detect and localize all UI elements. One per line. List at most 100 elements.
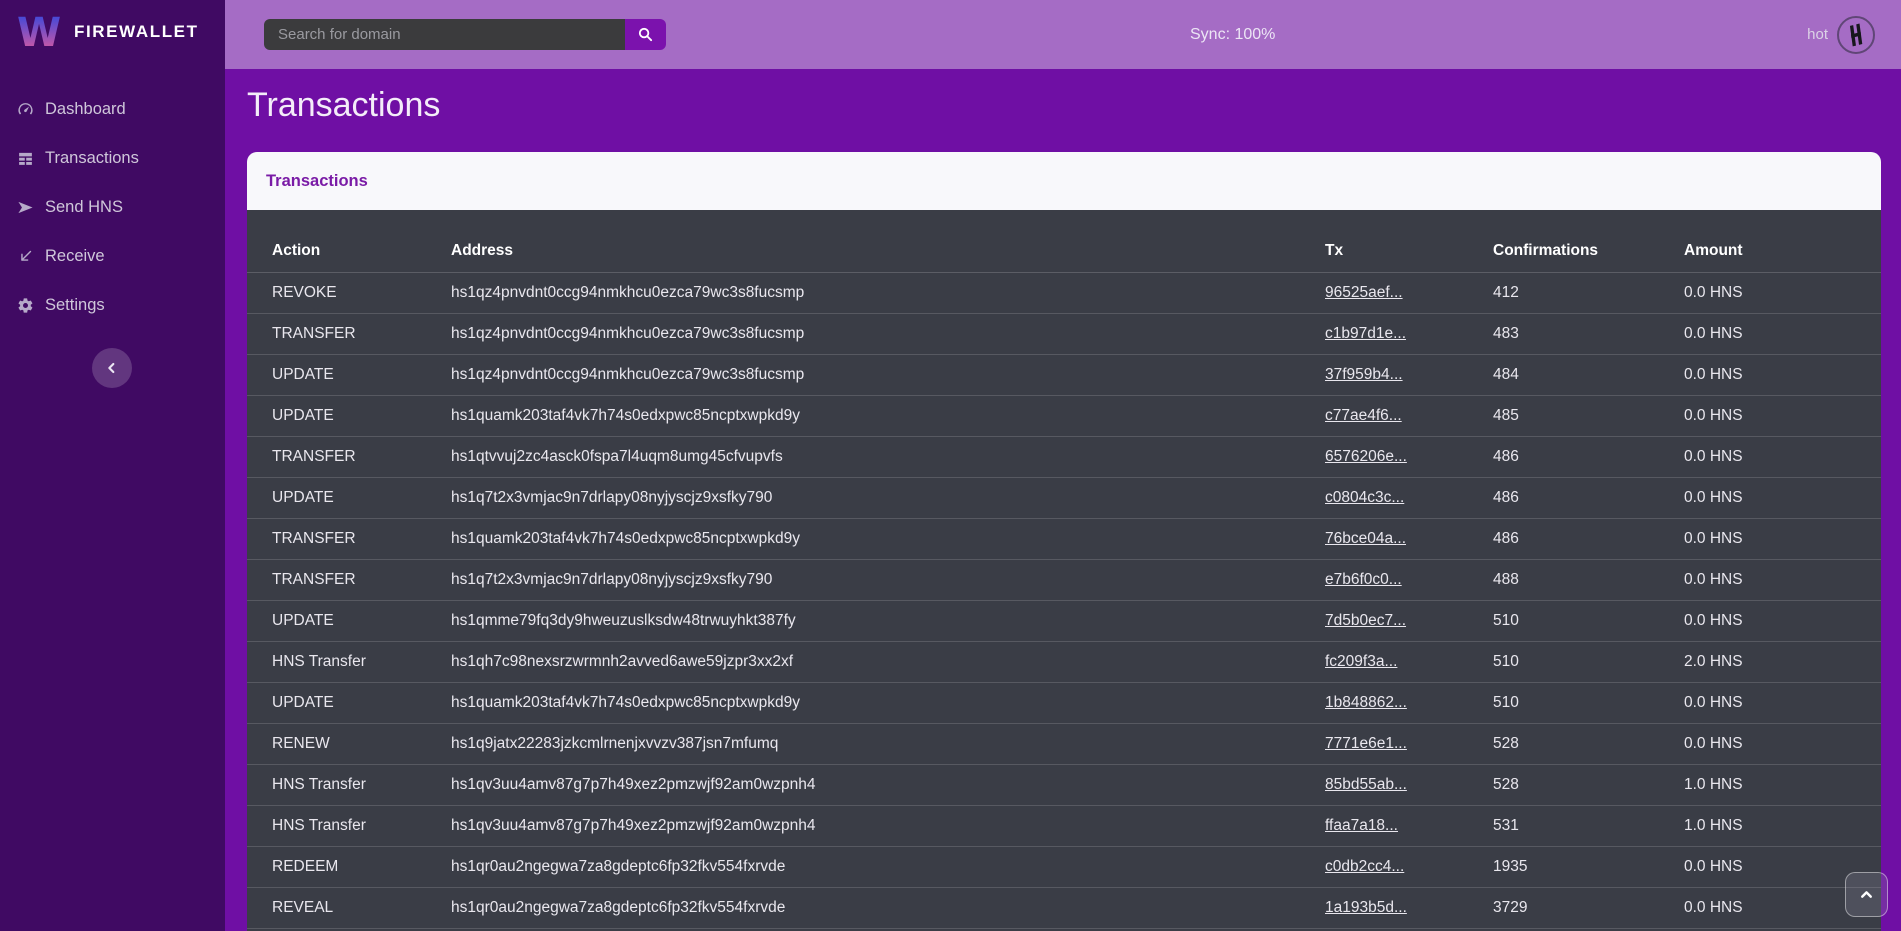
cell-amount: 0.0 HNS: [1684, 448, 1743, 466]
tx-hash-link[interactable]: 6576206e...: [1325, 448, 1407, 466]
sidebar-item-receive[interactable]: Receive: [0, 232, 225, 281]
tx-hash-link[interactable]: e7b6f0c0...: [1325, 571, 1402, 589]
sidebar-item-label: Transactions: [45, 149, 139, 168]
cell-address: hs1qv3uu4amv87g7p7h49xez2pmzwjf92am0wzpn…: [451, 817, 816, 835]
cell-confirmations: 1935: [1493, 858, 1527, 876]
column-header-confirmations: Confirmations: [1493, 242, 1598, 260]
topbar: Sync: 100% hot: [225, 0, 1901, 69]
cell-action: TRANSFER: [272, 448, 356, 466]
table-row: TRANSFER hs1quamk203taf4vk7h74s0edxpwc85…: [247, 519, 1881, 560]
cell-confirmations: 485: [1493, 407, 1519, 425]
search-icon: [637, 26, 654, 43]
cell-address: hs1q9jatx22283jzkcmlrnenjxvvzv387jsn7mfu…: [451, 735, 778, 753]
tx-hash-link[interactable]: 96525aef...: [1325, 284, 1403, 302]
tx-hash-link[interactable]: 76bce04a...: [1325, 530, 1406, 548]
gear-icon: [17, 297, 34, 314]
cell-action: HNS Transfer: [272, 817, 366, 835]
cell-amount: 0.0 HNS: [1684, 530, 1743, 548]
cell-amount: 0.0 HNS: [1684, 284, 1743, 302]
scroll-to-top-button[interactable]: [1845, 872, 1888, 917]
firewallet-logo-icon: W: [16, 11, 62, 53]
sidebar-collapse-button[interactable]: [92, 348, 132, 388]
cell-action: REVEAL: [272, 899, 333, 917]
cell-action: UPDATE: [272, 407, 334, 425]
tx-hash-link[interactable]: 85bd55ab...: [1325, 776, 1407, 794]
cell-confirmations: 3729: [1493, 899, 1527, 917]
cell-action: RENEW: [272, 735, 330, 753]
table-header-row: Action Address Tx Confirmations Amount: [247, 210, 1881, 273]
sidebar-item-label: Receive: [45, 247, 105, 266]
cell-amount: 1.0 HNS: [1684, 776, 1743, 794]
cell-confirmations: 510: [1493, 694, 1519, 712]
tx-hash-link[interactable]: 1a193b5d...: [1325, 899, 1407, 917]
tx-hash-link[interactable]: c1b97d1e...: [1325, 325, 1406, 343]
wallet-indicator[interactable]: hot: [1807, 0, 1875, 69]
table-row: UPDATE hs1quamk203taf4vk7h74s0edxpwc85nc…: [247, 396, 1881, 437]
cell-amount: 0.0 HNS: [1684, 407, 1743, 425]
table-row: HNS Transfer hs1qv3uu4amv87g7p7h49xez2pm…: [247, 806, 1881, 847]
cell-address: hs1qz4pnvdnt0ccg94nmkhcu0ezca79wc3s8fucs…: [451, 366, 804, 384]
cell-address: hs1qz4pnvdnt0ccg94nmkhcu0ezca79wc3s8fucs…: [451, 284, 804, 302]
cell-address: hs1qtvvuj2zc4asck0fspa7l4uqm8umg45cfvupv…: [451, 448, 783, 466]
cell-action: TRANSFER: [272, 325, 356, 343]
cell-amount: 0.0 HNS: [1684, 694, 1743, 712]
handshake-logo-icon: [1837, 16, 1875, 54]
cell-amount: 2.0 HNS: [1684, 653, 1743, 671]
sidebar-item-transactions[interactable]: Transactions: [0, 134, 225, 183]
cell-confirmations: 488: [1493, 571, 1519, 589]
sidebar-item-settings[interactable]: Settings: [0, 281, 225, 330]
table-row: TRANSFER hs1q7t2x3vmjac9n7drlapy08nyjysc…: [247, 560, 1881, 601]
cell-action: TRANSFER: [272, 530, 356, 548]
table-row: UPDATE hs1qmme79fq3dy9hweuzuslksdw48trwu…: [247, 601, 1881, 642]
cell-action: UPDATE: [272, 489, 334, 507]
cell-confirmations: 412: [1493, 284, 1519, 302]
sidebar: W FIREWALLET Dashboard Transactions Send…: [0, 0, 225, 931]
tx-hash-link[interactable]: 1b848862...: [1325, 694, 1407, 712]
chevron-left-icon: [104, 360, 120, 376]
cell-confirmations: 483: [1493, 325, 1519, 343]
sidebar-nav: Dashboard Transactions Send HNS Receive …: [0, 85, 225, 330]
sidebar-item-send-hns[interactable]: Send HNS: [0, 183, 225, 232]
svg-text:W: W: [17, 11, 61, 53]
cell-confirmations: 531: [1493, 817, 1519, 835]
table-row: UPDATE hs1qz4pnvdnt0ccg94nmkhcu0ezca79wc…: [247, 355, 1881, 396]
table-row: REVOKE hs1qz4pnvdnt0ccg94nmkhcu0ezca79wc…: [247, 273, 1881, 314]
tx-hash-link[interactable]: 37f959b4...: [1325, 366, 1403, 384]
tx-hash-link[interactable]: c0db2cc4...: [1325, 858, 1404, 876]
cell-confirmations: 484: [1493, 366, 1519, 384]
table-body: REVOKE hs1qz4pnvdnt0ccg94nmkhcu0ezca79wc…: [247, 273, 1881, 929]
cell-action: UPDATE: [272, 694, 334, 712]
search-input[interactable]: [264, 19, 625, 50]
table-row: TRANSFER hs1qz4pnvdnt0ccg94nmkhcu0ezca79…: [247, 314, 1881, 355]
table-row: TRANSFER hs1qtvvuj2zc4asck0fspa7l4uqm8um…: [247, 437, 1881, 478]
domain-search: [264, 19, 666, 50]
search-button[interactable]: [625, 19, 666, 50]
cell-confirmations: 510: [1493, 653, 1519, 671]
cell-action: UPDATE: [272, 612, 334, 630]
tx-hash-link[interactable]: fc209f3a...: [1325, 653, 1397, 671]
table-row: UPDATE hs1quamk203taf4vk7h74s0edxpwc85nc…: [247, 683, 1881, 724]
cell-amount: 0.0 HNS: [1684, 571, 1743, 589]
cell-address: hs1quamk203taf4vk7h74s0edxpwc85ncptxwpkd…: [451, 694, 800, 712]
tx-hash-link[interactable]: c77ae4f6...: [1325, 407, 1402, 425]
cell-action: UPDATE: [272, 366, 334, 384]
column-header-action: Action: [272, 242, 320, 260]
tx-hash-link[interactable]: 7771e6e1...: [1325, 735, 1407, 753]
cell-address: hs1qr0au2ngegwa7za8gdeptc6fp32fkv554fxrv…: [451, 899, 785, 917]
cell-amount: 0.0 HNS: [1684, 899, 1743, 917]
cell-action: REDEEM: [272, 858, 338, 876]
sidebar-item-label: Send HNS: [45, 198, 123, 217]
brand[interactable]: W FIREWALLET: [0, 0, 225, 63]
cell-action: TRANSFER: [272, 571, 356, 589]
cell-address: hs1qv3uu4amv87g7p7h49xez2pmzwjf92am0wzpn…: [451, 776, 816, 794]
column-header-address: Address: [451, 242, 513, 260]
tx-hash-link[interactable]: c0804c3c...: [1325, 489, 1404, 507]
chevron-up-icon: [1858, 886, 1875, 903]
sidebar-item-dashboard[interactable]: Dashboard: [0, 85, 225, 134]
wallet-name: hot: [1807, 26, 1828, 43]
cell-address: hs1q7t2x3vmjac9n7drlapy08nyjyscjz9xsfky7…: [451, 489, 772, 507]
tx-hash-link[interactable]: 7d5b0ec7...: [1325, 612, 1406, 630]
cell-amount: 0.0 HNS: [1684, 325, 1743, 343]
column-header-amount: Amount: [1684, 242, 1743, 260]
tx-hash-link[interactable]: ffaa7a18...: [1325, 817, 1398, 835]
